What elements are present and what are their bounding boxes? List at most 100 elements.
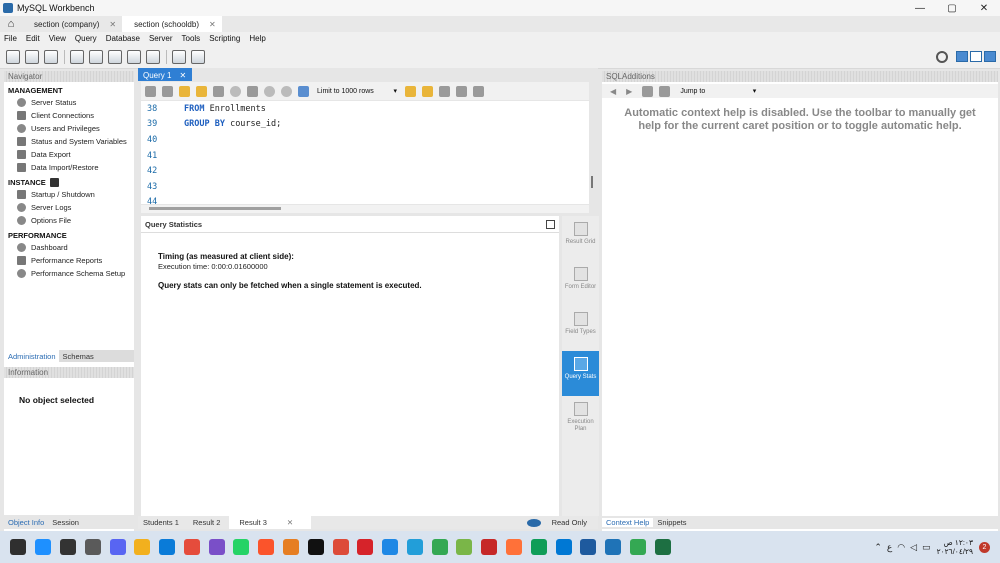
taskbar-app-icon[interactable] bbox=[208, 539, 225, 555]
limit-rows-select[interactable]: Limit to 1000 rows ▾ bbox=[317, 87, 397, 96]
taskbar-app-icon[interactable] bbox=[654, 539, 671, 555]
new-sql-tab-icon[interactable] bbox=[6, 49, 20, 64]
tab-schemas[interactable]: Schemas bbox=[59, 350, 97, 362]
menu-file[interactable]: File bbox=[4, 34, 17, 43]
add-snippet-icon[interactable] bbox=[405, 85, 416, 97]
toggle-panel-icon[interactable] bbox=[546, 219, 555, 229]
toggle-output-icon[interactable] bbox=[970, 51, 982, 62]
taskbar-app-icon[interactable] bbox=[481, 539, 498, 555]
taskbar-app-icon[interactable] bbox=[357, 539, 374, 555]
create-function-icon[interactable] bbox=[146, 49, 160, 64]
execute-icon[interactable] bbox=[179, 85, 190, 97]
close-tab-icon[interactable]: ✕ bbox=[209, 20, 216, 29]
tab-context-help[interactable]: Context Help bbox=[602, 518, 654, 527]
form-editor-button[interactable]: Form Editor bbox=[562, 261, 599, 306]
search-table-data-icon[interactable] bbox=[172, 49, 186, 64]
create-schema-icon[interactable] bbox=[70, 49, 84, 64]
forward-icon[interactable]: ▶ bbox=[626, 87, 632, 96]
taskbar-app-icon[interactable] bbox=[506, 539, 523, 555]
taskbar-app-icon[interactable] bbox=[332, 539, 349, 555]
taskbar-app-icon[interactable] bbox=[629, 539, 646, 555]
editor-horizontal-scrollbar[interactable] bbox=[141, 205, 589, 213]
gear-icon[interactable] bbox=[936, 50, 948, 63]
minimize-button[interactable]: — bbox=[904, 3, 936, 14]
nav-dashboard[interactable]: Dashboard bbox=[4, 241, 134, 254]
close-tab-icon[interactable]: ✕ bbox=[282, 518, 302, 527]
tab-object-info[interactable]: Object Info bbox=[4, 518, 48, 527]
nav-options-file[interactable]: Options File bbox=[4, 214, 134, 227]
jump-to-select[interactable]: Jump to ▾ bbox=[680, 87, 756, 96]
autocommit-icon[interactable] bbox=[298, 85, 309, 97]
create-table-icon[interactable] bbox=[89, 49, 103, 64]
wifi-icon[interactable]: ◠ bbox=[897, 542, 905, 553]
taskbar-app-icon[interactable] bbox=[134, 539, 151, 555]
language-indicator[interactable]: ع bbox=[887, 542, 892, 553]
menu-tools[interactable]: Tools bbox=[182, 34, 201, 43]
nav-data-import[interactable]: Data Import/Restore bbox=[4, 161, 134, 174]
taskbar-app-icon[interactable] bbox=[35, 539, 52, 555]
field-types-button[interactable]: Field Types bbox=[562, 306, 599, 351]
taskbar-app-icon[interactable] bbox=[406, 539, 423, 555]
auto-help-icon[interactable] bbox=[659, 85, 671, 97]
taskbar-app-icon[interactable] bbox=[282, 539, 299, 555]
tab-session[interactable]: Session bbox=[48, 518, 83, 527]
close-tab-icon[interactable]: ✕ bbox=[179, 71, 186, 80]
nav-performance-schema[interactable]: Performance Schema Setup bbox=[4, 267, 134, 280]
tab-snippets[interactable]: Snippets bbox=[653, 518, 690, 527]
nav-performance-reports[interactable]: Performance Reports bbox=[4, 254, 134, 267]
rollback-icon[interactable] bbox=[281, 85, 292, 97]
invisible-chars-icon[interactable] bbox=[456, 85, 467, 97]
stop-icon[interactable] bbox=[230, 85, 241, 97]
beautify-icon[interactable] bbox=[422, 85, 433, 97]
tab-administration[interactable]: Administration bbox=[4, 350, 59, 362]
scrollbar-thumb[interactable] bbox=[149, 207, 281, 210]
connection-tab-company[interactable]: section (company) ✕ bbox=[22, 16, 122, 32]
taskbar-app-icon[interactable] bbox=[580, 539, 597, 555]
nav-status-variables[interactable]: Status and System Variables bbox=[4, 135, 134, 148]
search-icon[interactable] bbox=[439, 85, 450, 97]
taskbar-app-icon[interactable] bbox=[431, 539, 448, 555]
result-grid-button[interactable]: Result Grid bbox=[562, 216, 599, 261]
taskbar-app-icon[interactable] bbox=[10, 539, 27, 555]
toggle-sidebar-icon[interactable] bbox=[956, 51, 968, 62]
nav-startup-shutdown[interactable]: Startup / Shutdown bbox=[4, 188, 134, 201]
query-tab[interactable]: Query 1 ✕ bbox=[138, 68, 193, 81]
nav-users-privileges[interactable]: Users and Privileges bbox=[4, 122, 134, 135]
tab-result-3[interactable]: Result 3 ✕ bbox=[229, 516, 312, 529]
menu-database[interactable]: Database bbox=[106, 34, 140, 43]
tab-result-2[interactable]: Result 2 bbox=[188, 518, 230, 527]
chevron-up-icon[interactable]: ⌃ bbox=[874, 542, 882, 553]
tab-students-1[interactable]: Students 1 bbox=[138, 518, 188, 527]
notification-badge[interactable]: 2 bbox=[979, 541, 990, 553]
taskbar-app-icon[interactable] bbox=[59, 539, 76, 555]
query-stats-button[interactable]: Query Stats bbox=[562, 351, 599, 396]
taskbar-app-icon[interactable] bbox=[382, 539, 399, 555]
create-procedure-icon[interactable] bbox=[127, 49, 141, 64]
menu-scripting[interactable]: Scripting bbox=[209, 34, 240, 43]
explain-icon[interactable] bbox=[213, 85, 224, 97]
toggle-secondary-sidebar-icon[interactable] bbox=[984, 51, 996, 62]
execute-current-icon[interactable] bbox=[196, 85, 207, 97]
nav-data-export[interactable]: Data Export bbox=[4, 148, 134, 161]
close-tab-icon[interactable]: ✕ bbox=[109, 20, 116, 29]
save-icon[interactable] bbox=[162, 85, 173, 97]
taskbar-app-icon[interactable] bbox=[605, 539, 622, 555]
back-icon[interactable]: ◀ bbox=[610, 87, 616, 96]
taskbar-app-icon[interactable] bbox=[159, 539, 176, 555]
menu-view[interactable]: View bbox=[49, 34, 66, 43]
connection-tab-schooldb[interactable]: section (schooldb) ✕ bbox=[122, 16, 222, 32]
toggle-error-icon[interactable] bbox=[247, 85, 258, 97]
taskbar-app-icon[interactable] bbox=[233, 539, 250, 555]
taskbar-app-icon[interactable] bbox=[530, 539, 547, 555]
clock[interactable]: ١٢:٠٣ ص ٢٠٢٦/٠٤/٢٩ bbox=[937, 538, 973, 556]
volume-icon[interactable]: ◁ bbox=[910, 542, 917, 553]
editor-vertical-scrollbar[interactable] bbox=[591, 176, 593, 188]
taskbar-app-icon[interactable] bbox=[183, 539, 200, 555]
nav-server-logs[interactable]: Server Logs bbox=[4, 201, 134, 214]
taskbar-app-icon[interactable] bbox=[307, 539, 324, 555]
reconnect-icon[interactable] bbox=[191, 49, 205, 64]
taskbar-app-icon[interactable] bbox=[555, 539, 572, 555]
execution-plan-button[interactable]: Execution Plan bbox=[562, 396, 599, 441]
taskbar-app-icon[interactable] bbox=[258, 539, 275, 555]
home-icon[interactable]: ⌂ bbox=[0, 16, 22, 32]
